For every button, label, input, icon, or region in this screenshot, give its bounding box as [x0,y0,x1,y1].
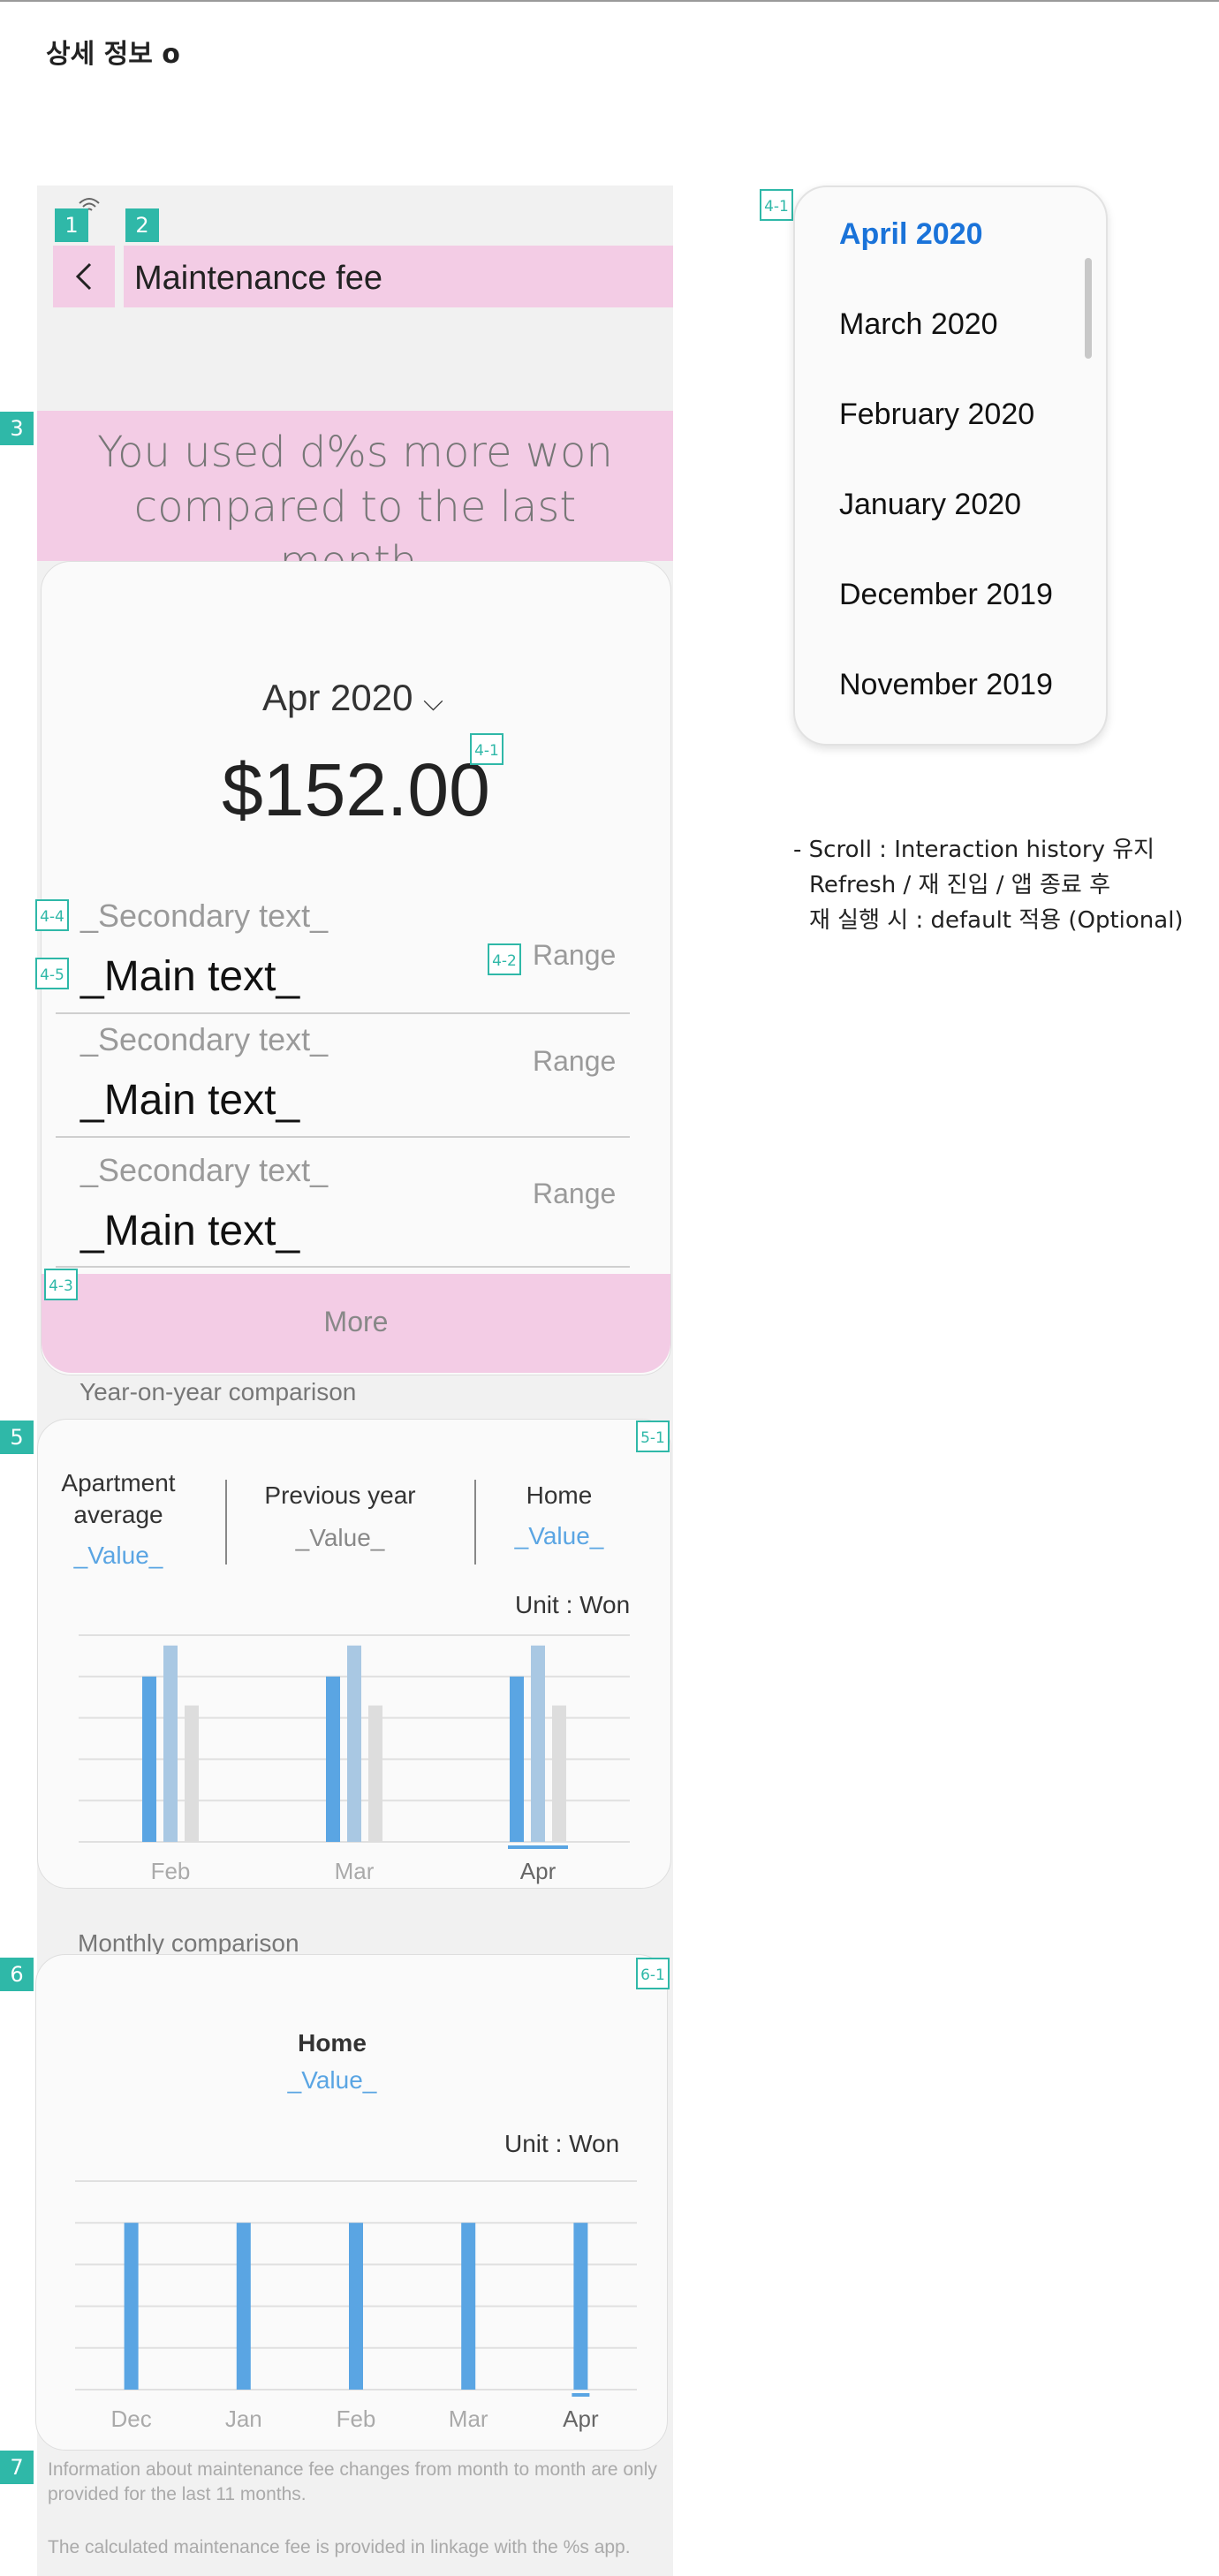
monthly-unit-label: Unit : Won [504,2130,620,2157]
row1-range: Range [533,939,617,971]
footer-note-months: Information about maintenance fee change… [48,2459,657,2504]
bar-feb-0 [349,2223,363,2390]
dropdown-item[interactable]: March 2020 [839,307,998,342]
monthly-card: Home _Value_ Unit : Won Dec Jan Feb Mar Apr [35,1954,668,2451]
row2-secondary-text: _Secondary text_ [80,1021,329,1057]
bar-mar-2 [368,1705,382,1842]
x-tick-label: Apr [563,2406,599,2432]
bar-feb-0 [142,1676,156,1842]
row1-secondary-text: _Secondary text_ [80,898,329,934]
apartment-average-value: _Value_ [73,1542,163,1569]
chevron-down-icon: ⌵ [423,687,443,716]
dropdown-item[interactable]: February 2020 [839,398,1034,432]
phone-screen: Maintenance fee You used d%s more won co… [35,186,673,2576]
yoy-unit-label: Unit : Won [515,1591,631,1618]
month-dropdown[interactable]: April 2020 March 2020 February 2020 Janu… [793,186,1108,746]
previous-year-value: _Value_ [295,1524,385,1551]
bar-feb-2 [185,1705,199,1842]
x-tick-label: Feb [151,1858,191,1884]
month-selector-label: Apr 2020 [262,677,413,718]
annotation-tag: 2 [125,208,159,242]
annotation-note-line: - Scroll : Interaction history 유지 [793,837,1155,863]
row3-main-text: _Main text_ [80,1208,300,1254]
footer-note-linkage: The calculated maintenance fee is provid… [48,2537,631,2557]
selected-indicator [572,2393,590,2397]
yoy-card: Apartment average _Value_ Previous year … [37,1419,671,1889]
month-selector[interactable]: Apr 2020 ⌵ [262,677,443,719]
bar-apr-0 [510,1676,524,1842]
comparison-banner: You used d%s more won compared to the la… [37,411,673,587]
page-title: 상세 정보 o [46,39,180,70]
bar-apr-0 [573,2223,588,2390]
dropdown-scrollbar[interactable] [1085,258,1092,359]
apartment-average-label: Apartment average [61,1469,176,1528]
dropdown-item[interactable]: November 2019 [839,668,1053,702]
monthly-bar-chart: Dec Jan Feb Mar Apr [75,2180,637,2432]
yoy-section-title: Year-on-year comparison [80,1378,357,1405]
row1-main-text: _Main text_ [80,953,300,1000]
row-divider [56,1136,630,1138]
yoy-bar-chart: Feb Mar Apr [79,1634,630,1884]
bar-feb-1 [163,1645,178,1842]
bar-mar-0 [326,1676,340,1842]
annotation-tag: 1 [55,208,88,242]
home-value: _Value_ [514,1522,604,1549]
header-title-bar: Maintenance fee [124,246,673,307]
bar-dec-0 [124,2223,139,2390]
back-button[interactable] [53,246,115,307]
annotation-tag: 4-1 [760,189,793,221]
row-divider [56,1266,630,1268]
column-divider [225,1480,227,1565]
more-button[interactable]: More [42,1274,670,1373]
bar-apr-2 [552,1705,566,1842]
annotation-tag: 4-3 [44,1269,78,1300]
annotation-note-line: 재 실행 시 : default 적용 (Optional) [809,907,1184,934]
annotation-tag: 4-4 [35,899,69,931]
annotation-tag: 6 [0,1958,34,1991]
top-rule [0,0,1219,2]
bar-mar-0 [461,2223,476,2390]
x-tick-label: Dec [110,2406,151,2432]
row3-range: Range [533,1178,617,1209]
row-divider [56,1012,630,1014]
annotation-tag: 4-1 [470,733,504,765]
x-tick-label: Jan [225,2406,262,2432]
dropdown-item-selected[interactable]: April 2020 [839,217,983,252]
bar-mar-1 [347,1645,361,1842]
annotation-tag: 4-2 [488,943,521,975]
x-tick-label: Mar [335,1858,375,1884]
x-tick-label: Apr [520,1858,556,1884]
annotation-note: - Scroll : Interaction history 유지 Refres… [793,832,1184,938]
row2-range: Range [533,1045,617,1077]
annotation-tag: 5-1 [636,1421,670,1452]
annotation-tag: 5 [0,1421,34,1454]
total-amount: $152.00 [222,748,490,831]
home-label: Home [526,1481,593,1509]
annotation-tag: 7 [0,2451,34,2484]
summary-card: Apr 2020 ⌵ $152.00 _Secondary text_ _Mai… [41,561,671,1375]
monthly-home-value: _Value_ [287,2066,377,2094]
annotation-tag: 3 [0,412,34,445]
bar-jan-0 [236,2223,251,2390]
back-arrow-icon [75,262,92,291]
monthly-home-label: Home [298,2029,367,2057]
row2-main-text: _Main text_ [80,1077,300,1124]
row3-secondary-text: _Secondary text_ [80,1152,329,1188]
x-tick-label: Feb [337,2406,376,2432]
dropdown-item[interactable]: December 2019 [839,578,1053,612]
more-button-label: More [323,1306,389,1337]
dropdown-item[interactable]: January 2020 [839,488,1021,522]
previous-year-label: Previous year [264,1481,416,1509]
column-divider [474,1480,476,1565]
annotation-note-line: Refresh / 재 진입 / 앱 종료 후 [809,872,1110,898]
annotation-tag: 4-5 [35,958,69,989]
bar-apr-1 [531,1645,545,1842]
x-tick-label: Mar [449,2406,488,2432]
header-title: Maintenance fee [134,260,382,297]
selected-indicator [508,1845,568,1849]
annotation-tag: 6-1 [636,1958,670,1989]
